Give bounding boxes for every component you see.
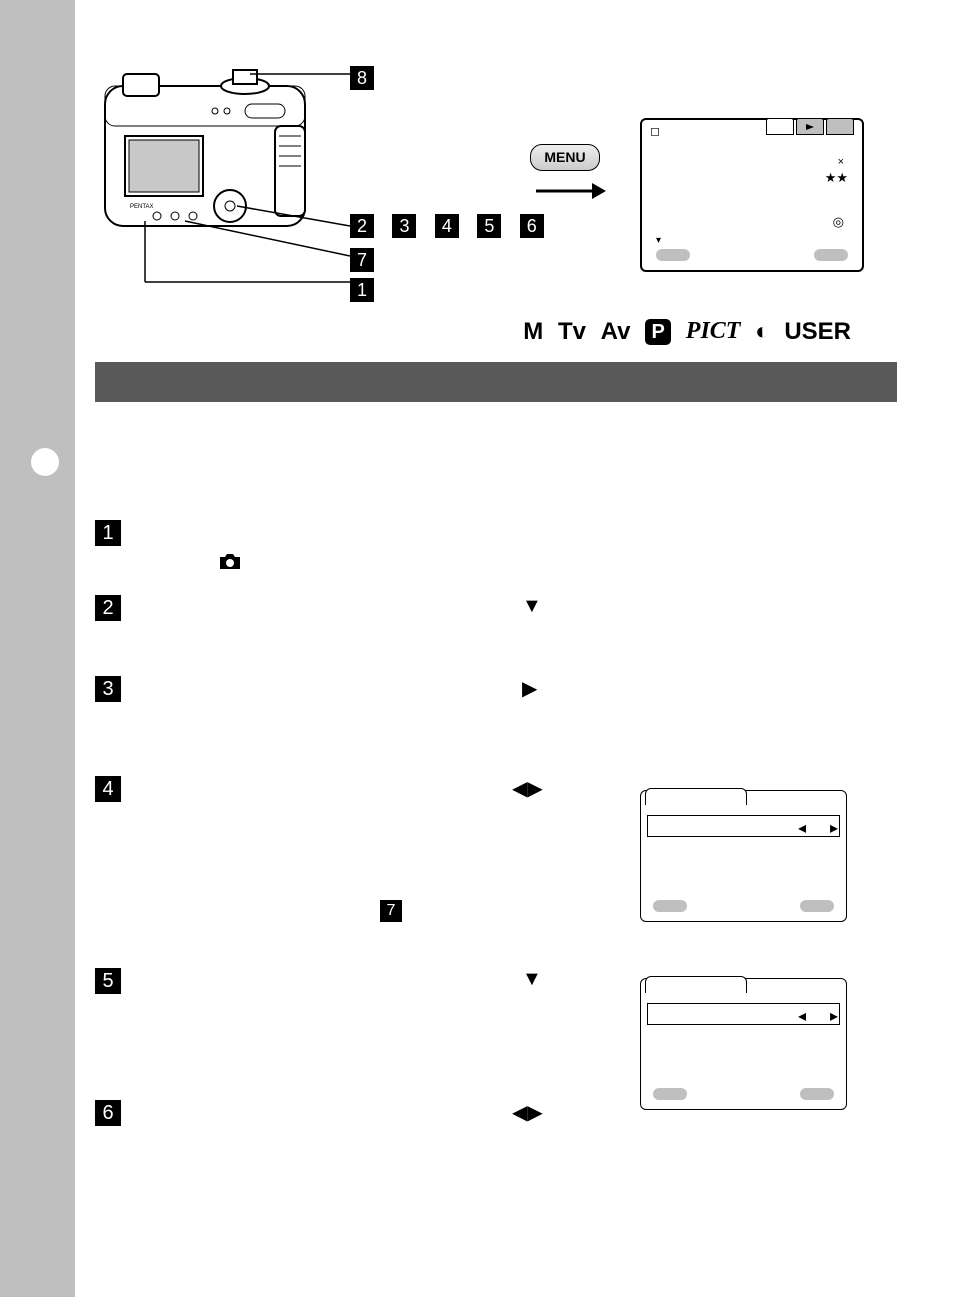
step-6-marker: 6 [95, 1100, 121, 1126]
down-arrow-icon-2: ▼ [522, 595, 542, 618]
lcd1-left-icon: ◂ [798, 818, 806, 838]
callout-lines [95, 56, 375, 296]
lcd-screen-main: ◻ × ★★ ◎ ▾ [640, 118, 864, 272]
callout-2: 2 [350, 214, 374, 238]
lcd-pill-right [814, 248, 848, 266]
lcd-scroll-icon: ▾ [656, 235, 661, 246]
callout-6: 6 [520, 214, 544, 238]
lcd-pill-left [656, 248, 690, 266]
section-tab [20, 440, 75, 484]
arrow-right-icon [536, 180, 606, 207]
mode-av: Av [601, 318, 631, 345]
left-margin-sidebar [0, 0, 75, 1297]
step-3-marker: 3 [95, 676, 121, 702]
lcd2-right-icon: ▸ [830, 1006, 838, 1026]
callout-7: 7 [350, 248, 374, 272]
step-2-marker: 2 [95, 595, 121, 621]
step-1-marker: 1 [95, 520, 121, 546]
left-right-arrow-icon-4: ◀▶ [512, 776, 543, 801]
lcd-screen-small-2: ◂ ▸ [640, 978, 847, 1110]
menu-button-label: MENU [530, 144, 600, 171]
mode-user: USER [784, 318, 851, 345]
mode-p: P [645, 319, 671, 345]
down-arrow-icon-5: ▼ [522, 968, 542, 991]
step-5-marker: 5 [95, 968, 121, 994]
callout-4: 4 [435, 214, 459, 238]
right-arrow-icon-3: ▶ [522, 676, 537, 701]
mode-dial-row: M Tv Av P PICT ◐ USER [500, 317, 859, 346]
camera-tab-icon: ◻ [650, 124, 660, 138]
callout-1: 1 [350, 278, 374, 302]
section-title-bar [95, 362, 897, 402]
lcd-x-icon: × [838, 156, 844, 168]
step-4-marker: 4 [95, 776, 121, 802]
manual-page: PENTAX 8 2 3 4 5 6 7 1 MENU ◻ × ★★ ◎ ▾ M [0, 0, 954, 1297]
lcd-stars-icon: ★★ [825, 170, 848, 186]
callout-8: 8 [350, 66, 374, 90]
left-right-arrow-icon-6: ◀▶ [512, 1100, 543, 1125]
mode-tv: Tv [558, 318, 586, 345]
callout-row: 2 3 4 5 6 [350, 214, 544, 238]
callout-5: 5 [477, 214, 501, 238]
callout-3: 3 [392, 214, 416, 238]
lcd-tab-row [764, 117, 854, 135]
lcd-metering-icon: ◎ [833, 214, 844, 230]
mode-panorama-icon: ◐ [755, 318, 770, 345]
lcd1-right-icon: ▸ [830, 818, 838, 838]
mode-m: M [523, 318, 543, 345]
inline-marker-7: 7 [380, 900, 402, 922]
camera-icon [218, 551, 242, 577]
lcd-screen-small-1: ◂ ▸ [640, 790, 847, 922]
mode-pict: PICT [686, 318, 741, 344]
lcd2-left-icon: ◂ [798, 1006, 806, 1026]
